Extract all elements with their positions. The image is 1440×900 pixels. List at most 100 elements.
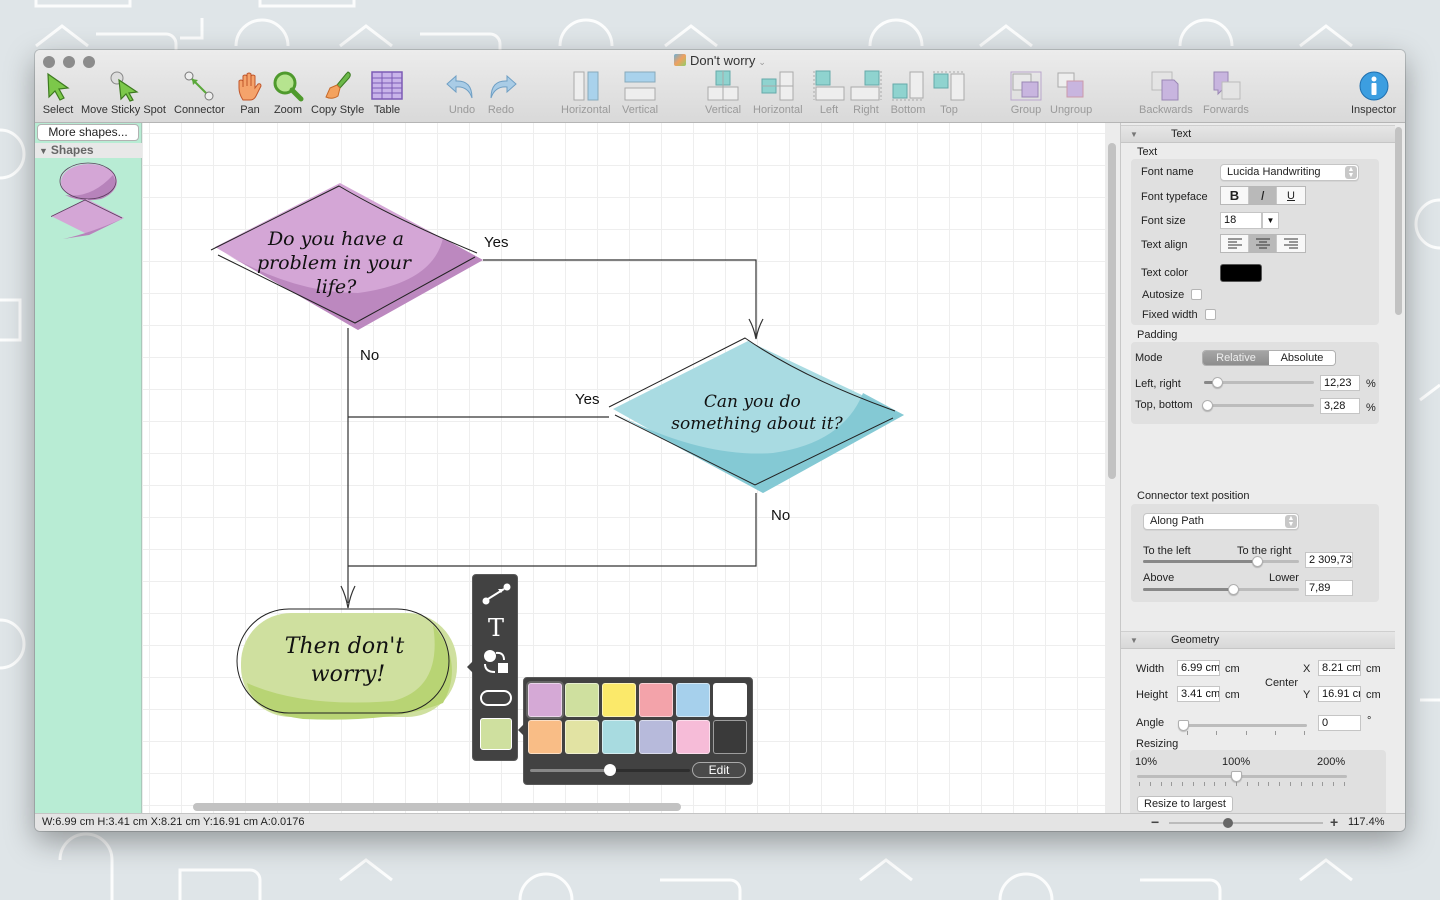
- slider-knob[interactable]: [1230, 771, 1242, 782]
- font-size-dropdown[interactable]: ▼: [1262, 212, 1279, 229]
- angle-field[interactable]: 0: [1318, 715, 1361, 731]
- tool-undo[interactable]: Undo: [444, 70, 480, 116]
- resizing-slider[interactable]: [1137, 771, 1347, 782]
- text-color-well[interactable]: [1220, 264, 1262, 282]
- left-right-slider[interactable]: [1204, 377, 1314, 388]
- color-swatch[interactable]: [528, 720, 562, 754]
- tool-align-vertical[interactable]: Vertical: [705, 70, 741, 116]
- zoom-slider-knob[interactable]: [1222, 818, 1233, 828]
- shape-ellipse[interactable]: [59, 162, 117, 201]
- geometry-section-header[interactable]: ▼ Geometry: [1121, 631, 1395, 649]
- tool-align-top[interactable]: Top: [931, 70, 967, 116]
- popover-replace-shape-button[interactable]: [479, 647, 513, 677]
- center-x-field[interactable]: 8.21 cm: [1318, 660, 1361, 676]
- color-swatch[interactable]: [565, 683, 599, 717]
- font-name-select[interactable]: Lucida Handwriting ▲ ▼: [1220, 164, 1359, 181]
- padding-mode-relative[interactable]: Relative: [1203, 351, 1269, 365]
- zoom-in-button[interactable]: +: [1330, 814, 1338, 830]
- color-swatch[interactable]: [639, 683, 673, 717]
- tool-move-sticky-spot[interactable]: Move Sticky Spot: [81, 70, 166, 116]
- underline-button[interactable]: U: [1277, 187, 1305, 204]
- text-section-header[interactable]: ▼ Text: [1121, 125, 1395, 143]
- color-swatch[interactable]: [713, 683, 747, 717]
- connector-label-q2-yes[interactable]: Yes: [575, 391, 599, 408]
- zoom-slider[interactable]: [1169, 818, 1323, 828]
- horizontal-scrollbar[interactable]: [193, 803, 681, 811]
- node-end-terminal[interactable]: Then don't worry!: [236, 608, 457, 720]
- document-title[interactable]: Don't worry ⌄: [35, 53, 1405, 68]
- fixed-width-checkbox[interactable]: [1205, 309, 1216, 320]
- color-swatch[interactable]: [528, 683, 562, 717]
- slider-knob[interactable]: [1251, 556, 1263, 567]
- node-q2-decision[interactable]: Can you do something about it?: [608, 337, 904, 493]
- bold-button[interactable]: B: [1221, 187, 1249, 204]
- tool-group[interactable]: Group: [1008, 70, 1044, 116]
- tool-table[interactable]: Table: [369, 70, 405, 116]
- shape-diamond[interactable]: [51, 199, 124, 239]
- connector-label-q1-yes[interactable]: Yes: [484, 234, 508, 251]
- autosize-checkbox[interactable]: [1191, 289, 1202, 300]
- node-q1-decision[interactable]: Do you have a problem in your life?: [210, 183, 483, 330]
- connector-q1-yes[interactable]: [483, 259, 757, 336]
- align-text-right-button[interactable]: [1277, 235, 1305, 252]
- tool-ungroup[interactable]: Ungroup: [1050, 70, 1092, 116]
- resize-to-largest-button[interactable]: Resize to largest: [1137, 796, 1233, 812]
- opacity-slider-knob[interactable]: [604, 764, 616, 776]
- edit-colors-button[interactable]: Edit: [692, 762, 746, 778]
- font-size-field[interactable]: 18: [1220, 212, 1262, 229]
- tool-zoom[interactable]: Zoom: [270, 70, 306, 116]
- popover-shape-style-button[interactable]: [479, 683, 513, 713]
- color-swatch[interactable]: [602, 683, 636, 717]
- color-swatch[interactable]: [565, 720, 599, 754]
- color-swatch[interactable]: [676, 720, 710, 754]
- left-right-field[interactable]: 12,23: [1320, 375, 1360, 391]
- color-swatch[interactable]: [676, 683, 710, 717]
- more-shapes-button[interactable]: More shapes...: [37, 124, 139, 141]
- horizontal-position-slider[interactable]: [1143, 556, 1299, 567]
- connector-label-q2-no[interactable]: No: [771, 507, 790, 524]
- tool-pan[interactable]: Pan: [232, 70, 268, 116]
- horizontal-position-field[interactable]: 2 309,73: [1305, 552, 1353, 568]
- tool-select[interactable]: Select: [40, 70, 76, 116]
- angle-slider[interactable]: [1178, 720, 1307, 731]
- slider-knob[interactable]: [1178, 720, 1189, 731]
- opacity-slider[interactable]: [530, 764, 690, 776]
- italic-button[interactable]: I: [1249, 187, 1277, 204]
- shapes-section-header[interactable]: ▼ Shapes: [35, 143, 142, 158]
- tool-inspector[interactable]: Inspector: [1351, 70, 1396, 116]
- width-field[interactable]: 6.99 cm: [1177, 660, 1220, 676]
- padding-mode-absolute[interactable]: Absolute: [1269, 351, 1335, 365]
- tool-distribute-horizontal[interactable]: Horizontal: [561, 70, 611, 116]
- vertical-scrollbar[interactable]: [1108, 143, 1116, 479]
- tool-distribute-vertical[interactable]: Vertical: [622, 70, 658, 116]
- connector-q2-no[interactable]: [348, 493, 757, 567]
- popover-connector-button[interactable]: [479, 579, 513, 609]
- vertical-position-slider[interactable]: [1143, 584, 1299, 595]
- align-text-left-button[interactable]: [1221, 235, 1249, 252]
- tool-forwards[interactable]: Forwards: [1203, 70, 1249, 116]
- height-field[interactable]: 3.41 cm: [1177, 686, 1220, 702]
- tool-align-right[interactable]: Right: [848, 70, 884, 116]
- tool-align-left[interactable]: Left: [811, 70, 847, 116]
- connector-label-q1-no[interactable]: No: [360, 347, 379, 364]
- color-swatch[interactable]: [639, 720, 673, 754]
- popover-text-button[interactable]: T: [479, 613, 513, 643]
- center-y-field[interactable]: 16.91 cm: [1318, 686, 1361, 702]
- zoom-out-button[interactable]: −: [1151, 814, 1159, 830]
- tool-connector[interactable]: Connector: [174, 70, 225, 116]
- vertical-position-field[interactable]: 7,89: [1305, 580, 1353, 596]
- connector-text-mode-select[interactable]: Along Path ▲ ▼: [1143, 513, 1299, 530]
- tool-redo[interactable]: Redo: [483, 70, 519, 116]
- tool-copy-style[interactable]: Copy Style: [311, 70, 364, 116]
- inspector-scrollbar[interactable]: [1395, 127, 1402, 315]
- tool-align-horizontal[interactable]: Horizontal: [753, 70, 803, 116]
- top-bottom-field[interactable]: 3,28: [1320, 398, 1360, 414]
- align-center-icon: [1255, 238, 1270, 249]
- tool-align-bottom[interactable]: Bottom: [890, 70, 926, 116]
- color-swatch[interactable]: [602, 720, 636, 754]
- color-swatch[interactable]: [713, 720, 747, 754]
- tool-backwards[interactable]: Backwards: [1139, 70, 1193, 116]
- align-text-center-button[interactable]: [1249, 235, 1277, 252]
- popover-fill-color-button[interactable]: [479, 717, 513, 751]
- top-bottom-slider[interactable]: [1202, 400, 1314, 411]
